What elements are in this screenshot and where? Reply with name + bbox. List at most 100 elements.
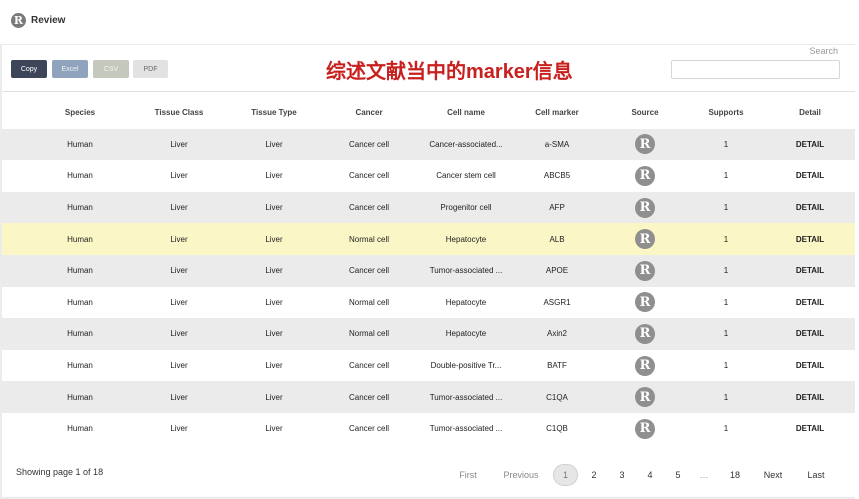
table-row[interactable]: Human Liver Liver Cancer cell Tumor-associat… (2, 381, 855, 413)
cell-species: Human (67, 424, 93, 434)
page-button-2[interactable]: 2 (586, 464, 602, 486)
column-header-cancer[interactable]: Cancer (334, 108, 404, 117)
last-page-button[interactable]: Last (802, 464, 830, 486)
page-button-3[interactable]: 3 (614, 464, 630, 486)
next-page-button[interactable]: Next (758, 464, 788, 486)
search-input[interactable] (671, 60, 840, 79)
detail-link[interactable]: DETAIL (785, 329, 835, 338)
cell-tissue-class: Liver (170, 171, 188, 181)
cell-cell-name: Hepatocyte (445, 234, 487, 244)
detail-link[interactable]: DETAIL (785, 393, 835, 402)
source-r-icon[interactable]: R (635, 165, 655, 186)
cell-cell-marker: a-SMA (544, 139, 570, 149)
cell-tissue-class: Liver (170, 361, 188, 371)
table-row[interactable]: Human Liver Liver Cancer cell Progenitor cel… (2, 191, 855, 224)
cell-cell-marker: ALB (549, 234, 565, 244)
cell-cancer: Normal cell (348, 234, 389, 244)
cell-supports: 1 (723, 424, 729, 434)
column-header-source[interactable]: Source (615, 108, 675, 117)
page-button-4[interactable]: 4 (642, 464, 658, 486)
cell-source[interactable]: R (615, 418, 675, 439)
csv-button[interactable]: CSV (93, 60, 129, 78)
brand[interactable]: R Review (11, 13, 65, 28)
cell-tissue-class: Liver (170, 203, 188, 213)
detail-link[interactable]: DETAIL (785, 424, 835, 433)
detail-link[interactable]: DETAIL (785, 298, 835, 307)
cell-supports: 1 (723, 266, 729, 276)
column-header-cell-name[interactable]: Cell name (417, 108, 515, 117)
column-header-tissue-type[interactable]: Tissue Type (239, 108, 309, 117)
detail-link[interactable]: DETAIL (785, 361, 835, 370)
cell-cell-name: Progenitor cell (440, 203, 492, 213)
detail-link[interactable]: DETAIL (785, 203, 835, 212)
cell-species: Human (67, 392, 93, 402)
previous-page-button[interactable]: Previous (499, 464, 543, 486)
top-bar: R Review (0, 0, 859, 44)
table-row[interactable]: Human Liver Liver Cancer cell Tumor-associat… (2, 255, 855, 287)
page-button-5[interactable]: 5 (670, 464, 686, 486)
cell-cancer: Cancer cell (348, 266, 389, 276)
detail-link[interactable]: DETAIL (785, 140, 835, 149)
detail-link[interactable]: DETAIL (785, 266, 835, 275)
cell-tissue-type: Liver (265, 297, 283, 307)
source-r-icon[interactable]: R (635, 260, 655, 281)
copy-button[interactable]: Copy (11, 60, 47, 78)
cell-cell-marker: AFP (549, 203, 565, 213)
cell-tissue-type: Liver (265, 424, 283, 434)
divider (2, 91, 855, 92)
cell-tissue-class: Liver (170, 266, 188, 276)
first-page-button[interactable]: First (453, 464, 483, 486)
cell-source[interactable]: R (615, 323, 675, 344)
table-row[interactable]: Human Liver Liver Cancer cell Tumor-associat… (2, 413, 855, 445)
cell-source[interactable]: R (615, 165, 675, 186)
cell-source[interactable]: R (615, 355, 675, 376)
cell-source[interactable]: R (615, 197, 675, 218)
detail-link[interactable]: DETAIL (785, 235, 835, 244)
pdf-button[interactable]: PDF (133, 60, 168, 78)
table-row[interactable]: Human Liver Liver Normal cell Hepatocyte ASGR… (2, 286, 855, 319)
detail-link[interactable]: DETAIL (785, 171, 835, 180)
page-button-1[interactable]: 1 (553, 464, 578, 486)
excel-button[interactable]: Excel (52, 60, 88, 78)
cell-tissue-type: Liver (265, 266, 283, 276)
page-button-18[interactable]: 18 (725, 464, 745, 486)
source-r-icon[interactable]: R (635, 418, 655, 439)
table-row[interactable]: Human Liver Liver Normal cell Hepatocyte ALB R… (2, 223, 855, 255)
search-label: Search (809, 46, 838, 56)
cell-cell-name: Hepatocyte (445, 297, 487, 307)
cell-cell-name: Double-positive Tr... (430, 361, 502, 371)
cell-tissue-class: Liver (170, 392, 188, 402)
table-row[interactable]: Human Liver Liver Cancer cell Cancer-associa… (2, 128, 855, 161)
source-r-icon[interactable]: R (635, 134, 655, 155)
column-header-detail[interactable]: Detail (785, 108, 835, 117)
table-row[interactable]: Human Liver Liver Cancer cell Cancer stem ce… (2, 160, 855, 192)
column-header-tissue-class[interactable]: Tissue Class (144, 108, 214, 117)
column-header-cell-marker[interactable]: Cell marker (517, 108, 597, 117)
source-r-icon[interactable]: R (635, 323, 655, 344)
source-r-icon[interactable]: R (635, 292, 655, 313)
cell-cell-name: Tumor-associated ... (429, 266, 503, 276)
cell-source[interactable]: R (615, 260, 675, 281)
cell-cell-marker: APOE (545, 266, 569, 276)
cell-tissue-class: Liver (170, 329, 188, 339)
cell-tissue-type: Liver (265, 139, 283, 149)
table-row[interactable]: Human Liver Liver Normal cell Hepatocyte Axin… (2, 318, 855, 350)
cell-species: Human (67, 297, 93, 307)
column-header-species[interactable]: Species (45, 108, 115, 117)
source-r-icon[interactable]: R (635, 229, 655, 250)
table-row[interactable]: Human Liver Liver Cancer cell Double-positiv… (2, 349, 855, 382)
review-title[interactable]: Review (31, 15, 65, 26)
cell-source[interactable]: R (615, 229, 675, 250)
cell-cancer: Normal cell (348, 329, 389, 339)
cell-source[interactable]: R (615, 387, 675, 408)
cell-source[interactable]: R (615, 292, 675, 313)
column-header-supports[interactable]: Supports (696, 108, 756, 117)
cell-cell-name: Tumor-associated ... (429, 392, 503, 402)
cell-species: Human (67, 266, 93, 276)
source-r-icon[interactable]: R (635, 197, 655, 218)
source-r-icon[interactable]: R (635, 387, 655, 408)
cell-supports: 1 (723, 297, 729, 307)
cell-species: Human (67, 171, 93, 181)
source-r-icon[interactable]: R (635, 355, 655, 376)
cell-source[interactable]: R (615, 134, 675, 155)
